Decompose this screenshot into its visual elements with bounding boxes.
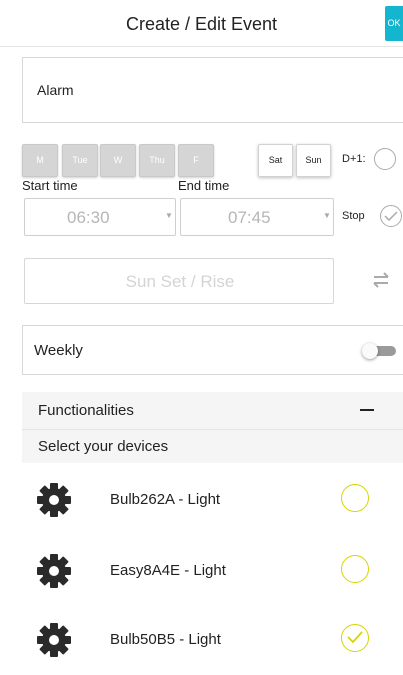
weekly-row: Weekly xyxy=(22,325,403,375)
start-time-value: 06:30 xyxy=(67,208,110,227)
d1-checkbox[interactable] xyxy=(374,148,396,170)
select-devices-label: Select your devices xyxy=(38,438,169,455)
day-button-tuesday[interactable]: Tue xyxy=(62,144,98,177)
event-name-field[interactable]: Alarm xyxy=(22,57,403,123)
checkmark-icon xyxy=(384,211,398,221)
d1-label: D+1: xyxy=(342,153,366,165)
day-button-wednesday[interactable]: W xyxy=(100,144,136,177)
end-time-label: End time xyxy=(178,178,230,193)
device-row[interactable]: Easy8A4E - Light xyxy=(22,536,403,606)
sun-set-rise-label: Sun Set / Rise xyxy=(125,272,235,291)
end-time-select[interactable]: 07:45 ▼ xyxy=(180,198,334,236)
start-time-select[interactable]: 06:30 ▼ xyxy=(24,198,176,236)
gear-icon xyxy=(37,483,71,517)
toggle-knob xyxy=(362,343,378,359)
page-title: Create / Edit Event xyxy=(125,14,278,34)
device-select-checkbox[interactable] xyxy=(341,484,369,512)
weekly-toggle[interactable] xyxy=(362,343,396,359)
event-name-value: Alarm xyxy=(37,82,74,98)
day-button-friday[interactable]: F xyxy=(178,144,214,177)
device-select-checkbox[interactable] xyxy=(341,624,369,652)
stop-checkbox[interactable] xyxy=(380,205,402,227)
checkmark-icon xyxy=(347,631,363,643)
day-button-saturday[interactable]: Sat xyxy=(258,144,293,177)
day-button-thursday[interactable]: Thu xyxy=(139,144,175,177)
day-button-sunday[interactable]: Sun xyxy=(296,144,331,177)
app-header: Create / Edit Event OK xyxy=(0,0,403,47)
functionalities-title: Functionalities xyxy=(38,402,134,419)
select-devices-row: Select your devices xyxy=(22,430,403,463)
swap-icon[interactable] xyxy=(372,272,390,288)
device-row[interactable]: Bulb262A - Light xyxy=(22,465,403,535)
stop-label: Stop xyxy=(342,210,365,222)
device-name: Bulb262A - Light xyxy=(110,491,221,508)
gear-icon xyxy=(37,554,71,588)
chevron-down-icon: ▼ xyxy=(323,211,331,220)
sun-set-rise-button[interactable]: Sun Set / Rise xyxy=(24,258,334,304)
functionalities-header[interactable]: Functionalities xyxy=(22,392,403,430)
device-name: Bulb50B5 - Light xyxy=(110,631,221,648)
collapse-icon[interactable] xyxy=(360,409,374,411)
ok-button[interactable]: OK xyxy=(385,6,403,41)
chevron-down-icon: ▼ xyxy=(165,211,173,220)
end-time-value: 07:45 xyxy=(228,208,271,227)
device-select-checkbox[interactable] xyxy=(341,555,369,583)
day-button-monday[interactable]: M xyxy=(22,144,58,177)
device-name: Easy8A4E - Light xyxy=(110,562,226,579)
weekly-label: Weekly xyxy=(34,342,83,359)
start-time-label: Start time xyxy=(22,178,78,193)
gear-icon xyxy=(37,623,71,657)
